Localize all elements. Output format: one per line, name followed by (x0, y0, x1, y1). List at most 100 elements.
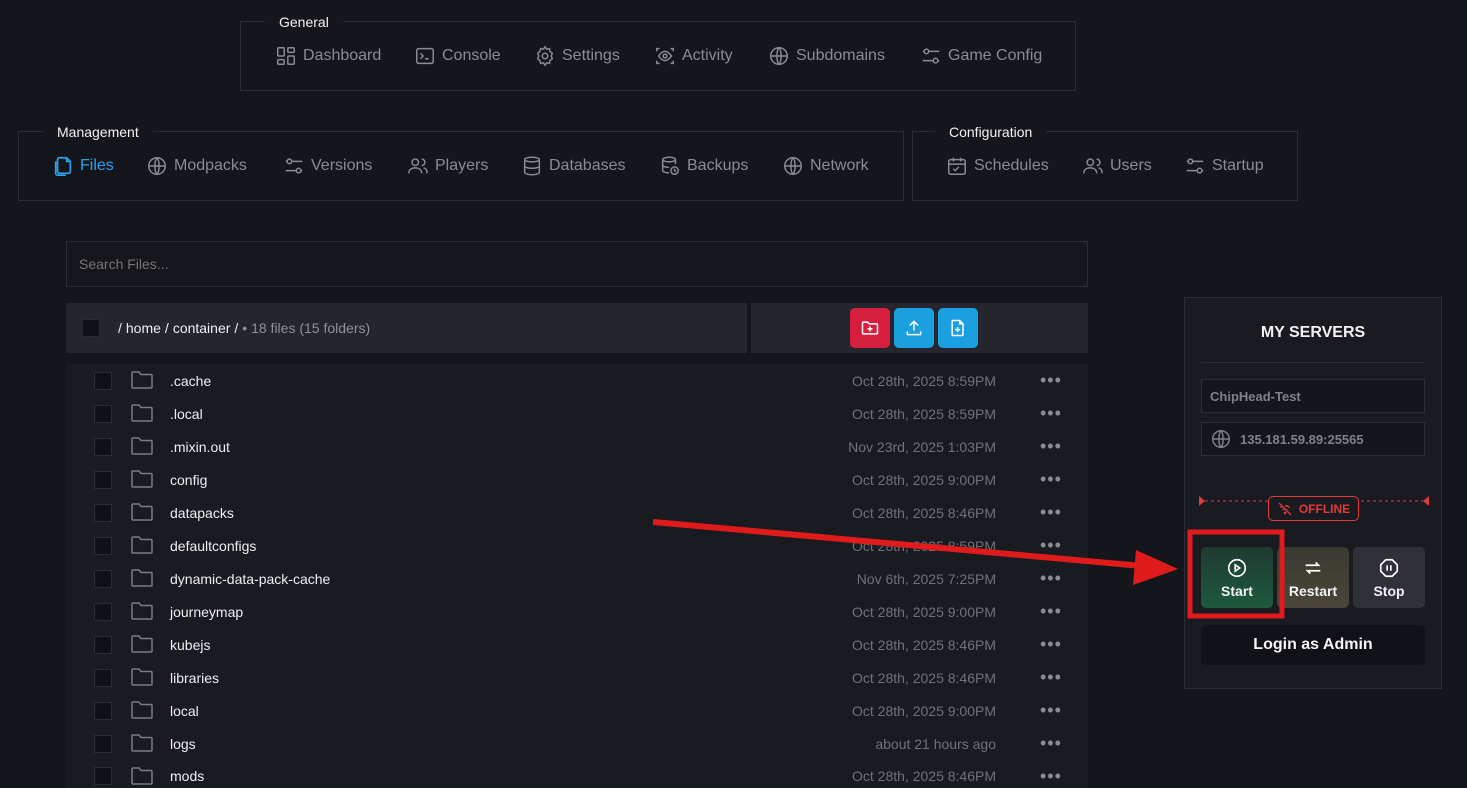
more-options-button[interactable]: ••• (1040, 502, 1062, 523)
nav-item-databases[interactable]: Databases (521, 132, 626, 200)
file-name[interactable]: kubejs (170, 637, 210, 653)
file-row[interactable]: datapacks Oct 28th, 2025 8:46PM ••• (66, 496, 1088, 529)
file-row[interactable]: kubejs Oct 28th, 2025 8:46PM ••• (66, 628, 1088, 661)
file-name[interactable]: dynamic-data-pack-cache (170, 571, 330, 587)
more-options-button[interactable]: ••• (1040, 403, 1062, 424)
nav-item-dashboard[interactable]: Dashboard (275, 22, 381, 90)
file-row[interactable]: libraries Oct 28th, 2025 8:46PM ••• (66, 661, 1088, 694)
start-button[interactable]: Start (1201, 547, 1273, 608)
globe-icon (784, 157, 802, 175)
nav-item-label: Game Config (948, 47, 1043, 64)
row-checkbox[interactable] (94, 536, 112, 555)
more-options-button[interactable]: ••• (1040, 436, 1062, 457)
globe-icon (1212, 430, 1230, 448)
file-row[interactable]: .local Oct 28th, 2025 8:59PM ••• (66, 397, 1088, 430)
file-name[interactable]: .mixin.out (170, 439, 230, 455)
status-text: OFFLINE (1298, 501, 1351, 516)
file-row[interactable]: config Oct 28th, 2025 9:00PM ••• (66, 463, 1088, 496)
more-options-button[interactable]: ••• (1040, 568, 1062, 589)
more-options-button[interactable]: ••• (1040, 700, 1062, 721)
row-checkbox[interactable] (94, 569, 112, 588)
more-options-button[interactable]: ••• (1040, 535, 1062, 556)
more-options-button[interactable]: ••• (1040, 766, 1062, 787)
file-row[interactable]: .cache Oct 28th, 2025 8:59PM ••• (66, 364, 1088, 397)
file-row[interactable]: journeymap Oct 28th, 2025 9:00PM ••• (66, 595, 1088, 628)
nav-item-files[interactable]: Files (52, 132, 114, 200)
nav-item-versions[interactable]: Versions (283, 132, 372, 200)
stop-button[interactable]: Stop (1353, 547, 1425, 608)
file-plus-icon (951, 319, 964, 337)
file-modified-date: Oct 28th, 2025 8:46PM (852, 669, 996, 686)
more-options-button[interactable]: ••• (1040, 634, 1062, 655)
row-checkbox[interactable] (94, 371, 112, 390)
new-folder-button[interactable] (850, 308, 890, 348)
file-name[interactable]: defaultconfigs (170, 538, 256, 554)
nav-item-settings[interactable]: Settings (534, 22, 620, 90)
login-as-admin-button[interactable]: Login as Admin (1201, 625, 1425, 665)
nav-group-management: Management Files Modpacks Versions Playe… (18, 119, 904, 201)
row-checkbox[interactable] (94, 668, 112, 687)
nav-item-console[interactable]: Console (414, 22, 501, 90)
row-checkbox[interactable] (94, 734, 112, 753)
file-row[interactable]: logs about 21 hours ago ••• (66, 727, 1088, 760)
file-name[interactable]: .local (170, 406, 203, 422)
row-checkbox[interactable] (94, 701, 112, 720)
row-checkbox[interactable] (94, 503, 112, 522)
breadcrumb-container[interactable]: container (173, 320, 231, 336)
files-icon (54, 156, 72, 176)
file-row[interactable]: defaultconfigs Oct 28th, 2025 8:59PM ••• (66, 529, 1088, 562)
server-name-field[interactable]: ChipHead-Test (1201, 379, 1425, 413)
file-name[interactable]: .cache (170, 373, 211, 389)
file-name[interactable]: libraries (170, 670, 219, 686)
row-checkbox[interactable] (94, 602, 112, 621)
nav-item-players[interactable]: Players (407, 132, 488, 200)
new-file-button[interactable] (938, 308, 978, 348)
file-name[interactable]: config (170, 472, 207, 488)
file-name[interactable]: journeymap (170, 604, 243, 620)
file-row[interactable]: local Oct 28th, 2025 9:00PM ••• (66, 694, 1088, 727)
restart-button[interactable]: Restart (1277, 547, 1349, 608)
more-options-button[interactable]: ••• (1040, 370, 1062, 391)
search-files-input[interactable] (66, 241, 1088, 287)
file-row[interactable]: dynamic-data-pack-cache Nov 6th, 2025 7:… (66, 562, 1088, 595)
nav-item-network[interactable]: Network (782, 132, 869, 200)
file-row[interactable]: .mixin.out Nov 23rd, 2025 1:03PM ••• (66, 430, 1088, 463)
row-checkbox[interactable] (94, 404, 112, 423)
nav-item-label: Players (435, 157, 489, 174)
server-address-field[interactable]: 135.181.59.89:25565 (1201, 422, 1425, 456)
select-all-checkbox[interactable] (82, 319, 100, 337)
gear-icon (536, 45, 554, 67)
breadcrumb: / home / container / • 18 files (15 fold… (118, 320, 370, 336)
nav-item-activity[interactable]: Activity (654, 22, 733, 90)
nav-item-subdomains[interactable]: Subdomains (768, 22, 885, 90)
more-options-button[interactable]: ••• (1040, 601, 1062, 622)
row-checkbox[interactable] (94, 767, 112, 785)
nav-item-backups[interactable]: Backups (659, 132, 748, 200)
file-row[interactable]: mods Oct 28th, 2025 8:46PM ••• (66, 760, 1088, 788)
more-options-button[interactable]: ••• (1040, 667, 1062, 688)
row-checkbox[interactable] (94, 635, 112, 654)
breadcrumb-home[interactable]: home (126, 320, 161, 336)
nav-item-label: Files (80, 157, 114, 174)
more-options-button[interactable]: ••• (1040, 469, 1062, 490)
upload-button[interactable] (894, 308, 934, 348)
nav-item-game-config[interactable]: Game Config (920, 22, 1042, 90)
file-name[interactable]: datapacks (170, 505, 234, 521)
nav-item-startup[interactable]: Startup (1184, 132, 1264, 200)
nav-item-users[interactable]: Users (1082, 132, 1152, 200)
nav-item-label: Backups (687, 157, 749, 174)
file-name[interactable]: logs (170, 736, 196, 752)
file-modified-date: Oct 28th, 2025 8:59PM (852, 405, 996, 422)
breadcrumb-separator: / (118, 320, 122, 336)
row-checkbox[interactable] (94, 437, 112, 456)
file-name[interactable]: mods (170, 768, 204, 784)
file-modified-date: Oct 28th, 2025 9:00PM (852, 702, 996, 719)
nav-item-schedules[interactable]: Schedules (946, 132, 1049, 200)
file-name[interactable]: local (170, 703, 199, 719)
nav-item-modpacks[interactable]: Modpacks (146, 132, 247, 200)
backup-icon (661, 156, 679, 175)
database-icon (523, 156, 541, 176)
more-options-button[interactable]: ••• (1040, 733, 1062, 754)
divider (1201, 362, 1425, 363)
row-checkbox[interactable] (94, 470, 112, 489)
